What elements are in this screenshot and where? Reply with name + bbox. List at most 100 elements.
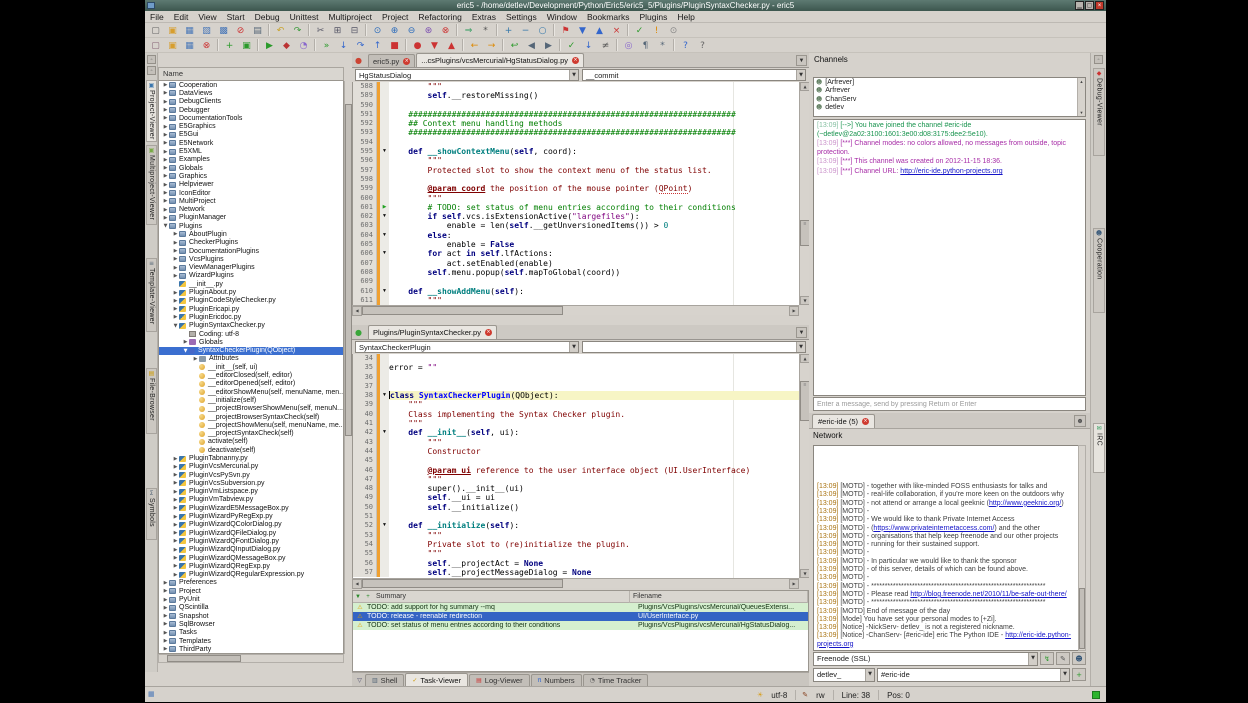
expand-icon[interactable]: ▶ (172, 464, 179, 470)
expand-icon[interactable]: ▶ (162, 82, 169, 88)
dock-window2-icon[interactable]: ▫ (147, 66, 156, 75)
editor-hscrollbar[interactable]: ◀▶ (352, 578, 799, 588)
close-button[interactable]: × (1095, 1, 1104, 10)
open-icon[interactable]: ▣ (165, 23, 180, 37)
bookmark-clear-icon[interactable]: × (609, 23, 624, 37)
tree-item[interactable]: ▶Preferences (159, 579, 343, 587)
code-text[interactable]: self.__ui = ui (389, 493, 799, 502)
open-project-icon[interactable]: ▣ (165, 38, 180, 52)
line-number[interactable]: 600 (353, 194, 377, 203)
tree-item[interactable]: __editorClosed(self, editor) (159, 371, 343, 379)
task-marker-icon[interactable]: ▼ (354, 593, 362, 601)
sidebar-tab-project-viewer[interactable]: ▣Project-Viewer (146, 80, 157, 142)
tree-item[interactable]: ▶E5Gui (159, 131, 343, 139)
close-icon[interactable]: ⊘ (233, 23, 248, 37)
quickfind-icon[interactable]: ⊙ (666, 23, 681, 37)
fold-margin[interactable] (380, 138, 389, 147)
tree-item[interactable]: ▶DebugClients (159, 98, 343, 106)
sidebar-tab-irc[interactable]: ✉IRC (1093, 423, 1105, 473)
fold-margin[interactable]: ▼ (380, 147, 389, 156)
documentation-icon[interactable]: ¶ (638, 38, 653, 52)
tree-item[interactable]: ▶Attributes (159, 355, 343, 363)
fold-margin[interactable] (380, 82, 389, 91)
user-list-item[interactable]: ☻Arfrever (814, 87, 1085, 96)
fold-margin[interactable]: ▼ (380, 287, 389, 296)
code-text[interactable]: """ (389, 296, 799, 305)
expand-icon[interactable]: ▶ (192, 356, 199, 362)
syntax-check-icon[interactable]: ✓ (632, 23, 647, 37)
title-bar[interactable]: eric5 - /home/detlev/Development/Python/… (145, 0, 1106, 11)
line-number[interactable]: 598 (353, 175, 377, 184)
tree-item[interactable]: ▶Examples (159, 156, 343, 164)
fold-margin[interactable]: ▼ (380, 521, 389, 530)
fold-margin[interactable] (380, 110, 389, 119)
close-tab-icon[interactable]: × (485, 329, 492, 336)
next-change-icon[interactable]: → (484, 38, 499, 52)
line-number[interactable]: 56 (353, 559, 377, 568)
expand-icon[interactable]: ▶ (162, 613, 169, 619)
tree-item[interactable]: ▶Globals (159, 164, 343, 172)
paste-icon[interactable]: ⊟ (347, 23, 362, 37)
scroll-left-icon[interactable]: ◀ (352, 579, 362, 589)
chevron-down-icon[interactable]: ▼ (1028, 653, 1037, 665)
code-text[interactable] (389, 512, 799, 521)
tree-vscrollbar-thumb[interactable] (345, 104, 352, 436)
tree-item[interactable]: ▶MultiProject (159, 197, 343, 205)
close-channel-icon[interactable]: × (862, 418, 869, 425)
fold-margin[interactable] (380, 156, 389, 165)
expand-icon[interactable]: ▶ (162, 207, 169, 213)
line-number[interactable]: 609 (353, 277, 377, 286)
scroll-down-icon[interactable]: ▼ (1078, 109, 1085, 116)
previous-change-icon[interactable]: ← (467, 38, 482, 52)
hscrollbar-thumb[interactable] (362, 306, 563, 315)
expand-icon[interactable]: ▶ (162, 646, 169, 652)
tree-item[interactable]: ▶PluginTabnanny.py (159, 454, 343, 462)
fold-margin[interactable] (380, 240, 389, 249)
expand-icon[interactable]: ▶ (172, 298, 179, 304)
chevron-down-icon[interactable]: ▼ (569, 342, 578, 352)
code-text[interactable]: """ (389, 419, 799, 428)
leave-channel-icon[interactable]: ☻ (1074, 415, 1086, 427)
expand-icon[interactable]: ▶ (162, 597, 169, 603)
fold-margin[interactable] (380, 91, 389, 100)
tree-item[interactable]: ▶PluginVcsSubversion.py (159, 479, 343, 487)
search-next-icon[interactable]: ⊕ (387, 23, 402, 37)
tree-item[interactable]: ▶Globals (159, 338, 343, 346)
network-scrollbar[interactable] (1078, 445, 1086, 651)
collapse-icon[interactable]: ▼ (182, 348, 189, 354)
code-text[interactable]: def __initialize(self): (389, 521, 799, 530)
tree-column-header[interactable]: Name (158, 67, 344, 81)
line-number[interactable]: 42 (353, 428, 377, 437)
editor-tab[interactable]: Plugins/PluginSyntaxChecker.py× (368, 325, 497, 339)
editor-hscrollbar[interactable]: ◀▶ (352, 305, 799, 315)
chevron-down-icon[interactable]: ▼ (796, 70, 805, 80)
tree-item[interactable]: __projectShowMenu(self, menuName, me... (159, 421, 343, 429)
code-text[interactable]: act.setEnabled(enable) (389, 259, 799, 268)
tab-list-dropdown-icon[interactable]: ▼ (796, 55, 807, 66)
menu-start[interactable]: Start (222, 11, 250, 22)
redo-icon[interactable]: ↷ (290, 23, 305, 37)
next-position-icon[interactable]: ▶ (541, 38, 556, 52)
menu-bookmarks[interactable]: Bookmarks (582, 11, 635, 22)
expand-icon[interactable]: ▶ (172, 555, 179, 561)
line-number[interactable]: 34 (353, 354, 377, 363)
expand-icon[interactable]: ▶ (162, 580, 169, 586)
maximize-button[interactable]: ▢ (1085, 1, 1094, 10)
code-text[interactable] (389, 456, 799, 465)
expand-icon[interactable]: ▶ (162, 157, 169, 163)
new-icon[interactable]: ▢ (148, 23, 163, 37)
tree-item[interactable]: ▶DataViews (159, 89, 343, 97)
dock-window-icon[interactable]: ▫ (147, 55, 156, 64)
help-icon[interactable]: ? (678, 38, 693, 52)
regexp-icon[interactable]: * (478, 23, 493, 37)
code-text[interactable]: ## Context menu handling methods (389, 119, 799, 128)
tree-item[interactable]: ▶SqlBrowser (159, 620, 343, 628)
menu-edit[interactable]: Edit (169, 11, 194, 22)
bookmark-toggle-icon[interactable]: ⚑ (558, 23, 573, 37)
menu-file[interactable]: File (145, 11, 169, 22)
expand-icon[interactable]: ▶ (172, 530, 179, 536)
code-text[interactable]: super().__init__(ui) (389, 484, 799, 493)
code-text[interactable]: self.menu.popup(self.mapToGlobal(coord)) (389, 268, 799, 277)
line-number[interactable]: 611 (353, 296, 377, 305)
code-text[interactable]: else: (389, 231, 799, 240)
